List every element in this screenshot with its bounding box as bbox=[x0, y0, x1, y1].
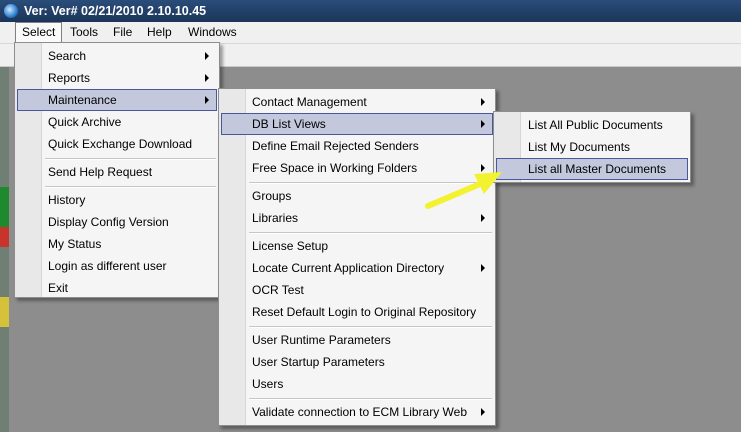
submenu-arrow-icon bbox=[205, 52, 209, 60]
menu-item-label: User Runtime Parameters bbox=[252, 333, 391, 347]
menu-item-user-startup-parameters[interactable]: User Startup Parameters bbox=[221, 351, 493, 373]
menu-item-locate-app-directory[interactable]: Locate Current Application Directory bbox=[221, 257, 493, 279]
title-bar: Ver: Ver# 02/21/2010 2.10.10.45 bbox=[0, 0, 741, 22]
menu-item-label: DB List Views bbox=[252, 117, 326, 131]
menu-item-label: Validate connection to ECM Library Web bbox=[252, 405, 467, 419]
menu-item-db-list-views[interactable]: DB List Views bbox=[221, 113, 493, 135]
menu-item-user-runtime-parameters[interactable]: User Runtime Parameters bbox=[221, 329, 493, 351]
panel-color-block bbox=[0, 227, 9, 247]
menu-item-list-all-master-documents[interactable]: List all Master Documents bbox=[496, 158, 688, 180]
menu-item-license-setup[interactable]: License Setup bbox=[221, 235, 493, 257]
menu-tools[interactable]: Tools bbox=[68, 25, 100, 39]
menu-item-validate-ecm-connection[interactable]: Validate connection to ECM Library Web bbox=[221, 401, 493, 423]
menu-item-login-different-user[interactable]: Login as different user bbox=[17, 255, 217, 277]
left-panel-strip bbox=[0, 67, 9, 432]
menu-item-label: License Setup bbox=[252, 239, 329, 253]
menu-item-my-status[interactable]: My Status bbox=[17, 233, 217, 255]
menu-item-label: Reports bbox=[48, 71, 91, 85]
app-icon bbox=[4, 4, 18, 18]
menu-item-label: Display Config Version bbox=[48, 215, 169, 229]
menu-file[interactable]: File bbox=[111, 25, 134, 39]
db-list-views-submenu: List All Public Documents List My Docume… bbox=[493, 111, 691, 183]
menu-item-label: Users bbox=[252, 377, 284, 391]
menu-item-history[interactable]: History bbox=[17, 189, 217, 211]
menu-item-label: List All Public Documents bbox=[528, 118, 663, 132]
menu-item-send-help-request[interactable]: Send Help Request bbox=[17, 161, 217, 183]
menu-item-ocr-test[interactable]: OCR Test bbox=[221, 279, 493, 301]
menu-item-label: Reset Default Login to Original Reposito… bbox=[252, 305, 477, 319]
menu-item-reset-default-login[interactable]: Reset Default Login to Original Reposito… bbox=[221, 301, 493, 323]
menu-item-search[interactable]: Search bbox=[17, 45, 217, 67]
menu-item-define-email-rejected-senders[interactable]: Define Email Rejected Senders bbox=[221, 135, 493, 157]
submenu-arrow-icon bbox=[205, 74, 209, 82]
annotation-arrow-icon bbox=[425, 172, 502, 209]
menu-bar: Select Tools File Help Windows bbox=[0, 22, 741, 44]
menu-item-quick-archive[interactable]: Quick Archive bbox=[17, 111, 217, 133]
menu-item-label: Libraries bbox=[252, 211, 299, 225]
menu-item-quick-exchange-download[interactable]: Quick Exchange Download bbox=[17, 133, 217, 155]
menu-separator bbox=[249, 398, 492, 400]
menu-separator bbox=[45, 186, 216, 188]
menu-item-display-config-version[interactable]: Display Config Version bbox=[17, 211, 217, 233]
maintenance-submenu: Contact Management DB List Views Define … bbox=[218, 88, 496, 426]
menu-separator bbox=[45, 158, 216, 160]
menu-windows[interactable]: Windows bbox=[186, 25, 239, 39]
menu-item-label: Quick Archive bbox=[48, 115, 122, 129]
menu-item-label: Define Email Rejected Senders bbox=[252, 139, 419, 153]
menu-item-label: Contact Management bbox=[252, 95, 367, 109]
menu-item-label: Quick Exchange Download bbox=[48, 137, 193, 151]
menu-item-label: User Startup Parameters bbox=[252, 355, 385, 369]
menu-item-label: Groups bbox=[252, 189, 292, 203]
menu-item-label: History bbox=[48, 193, 86, 207]
menu-item-exit[interactable]: Exit bbox=[17, 277, 217, 299]
menu-item-label: My Status bbox=[48, 237, 102, 251]
submenu-arrow-icon bbox=[481, 98, 485, 106]
submenu-arrow-icon bbox=[481, 120, 485, 128]
panel-color-block bbox=[0, 297, 9, 327]
menu-separator bbox=[249, 326, 492, 328]
menu-item-maintenance[interactable]: Maintenance bbox=[17, 89, 217, 111]
menu-item-users[interactable]: Users bbox=[221, 373, 493, 395]
menu-select[interactable]: Select bbox=[15, 22, 63, 42]
menu-item-label: Free Space in Working Folders bbox=[252, 161, 418, 175]
menu-item-reports[interactable]: Reports bbox=[17, 67, 217, 89]
submenu-arrow-icon bbox=[481, 264, 485, 272]
menu-item-label: Locate Current Application Directory bbox=[252, 261, 445, 275]
submenu-arrow-icon bbox=[205, 96, 209, 104]
menu-item-label: OCR Test bbox=[252, 283, 304, 297]
menu-item-label: Exit bbox=[48, 281, 69, 295]
menu-item-label: Login as different user bbox=[48, 259, 167, 273]
menu-separator bbox=[249, 232, 492, 234]
menu-item-label: Search bbox=[48, 49, 87, 63]
menu-item-label: List My Documents bbox=[528, 140, 631, 154]
window-title: Ver: Ver# 02/21/2010 2.10.10.45 bbox=[24, 4, 207, 18]
select-menu: Search Reports Maintenance Quick Archive… bbox=[14, 42, 220, 298]
menu-item-contact-management[interactable]: Contact Management bbox=[221, 91, 493, 113]
menu-item-label: Maintenance bbox=[48, 93, 117, 107]
menu-help[interactable]: Help bbox=[145, 25, 174, 39]
menu-item-list-all-public-documents[interactable]: List All Public Documents bbox=[496, 114, 688, 136]
menu-item-label: Send Help Request bbox=[48, 165, 153, 179]
menu-item-list-my-documents[interactable]: List My Documents bbox=[496, 136, 688, 158]
menu-item-label: List all Master Documents bbox=[528, 162, 667, 176]
submenu-arrow-icon bbox=[481, 408, 485, 416]
panel-color-block bbox=[0, 187, 9, 227]
